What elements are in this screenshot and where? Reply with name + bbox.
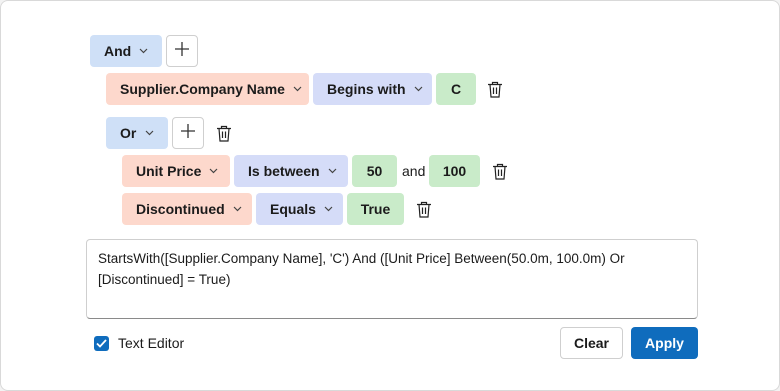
operator-label: Begins with xyxy=(327,81,406,97)
chevron-down-icon xyxy=(139,46,148,56)
chevron-down-icon xyxy=(209,166,218,176)
condition-2-value-to[interactable]: 100 xyxy=(429,155,480,187)
condition-1-value[interactable]: C xyxy=(436,73,476,105)
clear-button[interactable]: Clear xyxy=(560,327,623,359)
condition-2-operator-dropdown[interactable]: Is between xyxy=(234,155,348,187)
value-label: True xyxy=(360,201,391,217)
text-editor-label[interactable]: Text Editor xyxy=(118,335,184,351)
value-label: 50 xyxy=(366,163,383,179)
trash-icon[interactable] xyxy=(414,199,434,219)
apply-button[interactable]: Apply xyxy=(631,327,698,359)
condition-2-value-from[interactable]: 50 xyxy=(352,155,397,187)
between-conjunction: and xyxy=(402,163,426,179)
chevron-down-icon xyxy=(414,84,423,94)
value-label: 100 xyxy=(442,163,467,179)
chevron-down-icon xyxy=(144,128,154,138)
plus-icon xyxy=(175,41,189,61)
chevron-down-icon xyxy=(233,204,242,214)
operator-label: Is between xyxy=(248,163,320,179)
text-editor-checkbox[interactable] xyxy=(94,336,109,351)
nested-group-operator-dropdown[interactable]: Or xyxy=(106,117,168,149)
chevron-down-icon xyxy=(328,166,337,176)
value-label: C xyxy=(450,81,462,97)
filter-editor-panel: And Supplier.Company Name Begins with C … xyxy=(0,0,780,391)
group-operator-label: And xyxy=(104,43,132,59)
plus-icon xyxy=(181,123,195,143)
condition-2-field-dropdown[interactable]: Unit Price xyxy=(122,155,230,187)
field-label: Discontinued xyxy=(136,201,225,217)
add-condition-button[interactable] xyxy=(166,35,198,67)
trash-icon[interactable] xyxy=(490,161,510,181)
root-group-operator-dropdown[interactable]: And xyxy=(90,35,162,67)
add-condition-button[interactable] xyxy=(172,117,204,149)
trash-icon[interactable] xyxy=(214,123,234,143)
filter-expression-textarea[interactable]: StartsWith([Supplier.Company Name], 'C')… xyxy=(86,239,698,319)
field-label: Unit Price xyxy=(136,163,202,179)
chevron-down-icon xyxy=(324,204,333,214)
condition-3-operator-dropdown[interactable]: Equals xyxy=(256,193,343,225)
checkmark-icon xyxy=(96,335,107,353)
field-label: Supplier.Company Name xyxy=(120,81,285,97)
group-operator-label: Or xyxy=(120,125,137,141)
condition-1-field-dropdown[interactable]: Supplier.Company Name xyxy=(106,73,309,105)
chevron-down-icon xyxy=(293,84,302,94)
trash-icon[interactable] xyxy=(485,79,505,99)
operator-label: Equals xyxy=(270,201,316,217)
condition-1-operator-dropdown[interactable]: Begins with xyxy=(313,73,432,105)
condition-3-field-dropdown[interactable]: Discontinued xyxy=(122,193,252,225)
condition-3-value[interactable]: True xyxy=(347,193,404,225)
